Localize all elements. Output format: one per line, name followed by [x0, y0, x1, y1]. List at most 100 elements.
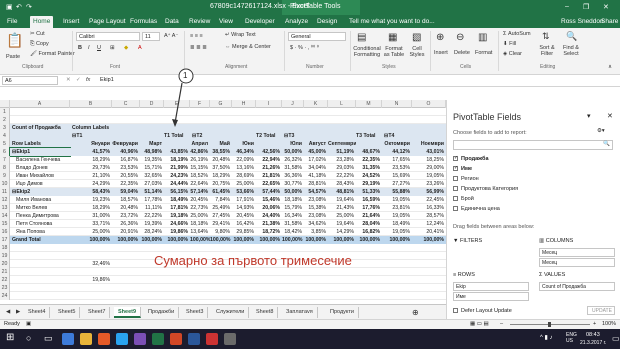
value-cell[interactable]: 44,12% [382, 148, 412, 156]
worksheet-grid[interactable]: 1 2 3 Count of Продажба Column Labels 4 … [0, 68, 446, 304]
clear-button[interactable]: ◈ Clear [503, 51, 522, 57]
quarter-total-header-t2[interactable]: T2 Total [256, 132, 282, 140]
quarter-total-cell[interactable]: 24,52% [356, 172, 382, 180]
quarter-total-cell[interactable]: 21,99% [164, 164, 190, 172]
search-icon[interactable]: ○ [26, 333, 31, 343]
language-indicator[interactable]: ENG US [566, 332, 577, 344]
redo-icon[interactable]: ↷ [26, 3, 32, 11]
merge-center-button[interactable]: ⇔ Merge & Center [225, 44, 271, 50]
delete-cells-icon[interactable]: ⊖ [456, 32, 464, 43]
quarter-total-cell[interactable]: 28,04% [356, 220, 382, 228]
tab-design[interactable]: Design [314, 16, 340, 28]
defer-layout-checkbox[interactable]: Defer Layout Update [453, 308, 512, 314]
value-cell[interactable]: 18,29% [210, 172, 232, 180]
select-all-corner[interactable] [0, 100, 10, 108]
cell[interactable]: 32,46% [70, 260, 112, 268]
tab-data[interactable]: Data [162, 16, 182, 28]
value-cell[interactable]: 50,00% [282, 188, 304, 196]
cut-button[interactable]: ✂ Cut [30, 31, 45, 37]
tab-page-layout[interactable]: Page Layout [86, 16, 129, 28]
row-number[interactable]: 16 [0, 228, 10, 236]
value-cell[interactable]: 100,00% [112, 236, 140, 244]
quarter-header-t4[interactable]: ⊟T4 [382, 132, 446, 140]
quarter-total-cell[interactable]: 20,06% [256, 204, 282, 212]
value-cell[interactable]: 54,57% [304, 188, 328, 196]
share-button[interactable]: Share [598, 16, 620, 28]
quarter-total-cell[interactable]: 29,19% [356, 180, 382, 188]
excel-icon[interactable] [152, 333, 164, 345]
value-cell[interactable]: 100,00% [190, 236, 210, 244]
font-name-select[interactable]: Calibri [76, 32, 140, 41]
month-header[interactable]: Май [210, 140, 232, 148]
value-cell[interactable]: 100,00% [382, 236, 412, 244]
format-as-table-button[interactable]: Format as Table [382, 46, 406, 58]
field-item[interactable]: Единична цена [453, 206, 500, 212]
value-cell[interactable]: 20,55% [112, 172, 140, 180]
task-view-icon[interactable]: ▭ [44, 333, 53, 344]
quarter-total-cell[interactable]: 100,00% [164, 236, 190, 244]
value-cell[interactable]: 13,16% [232, 164, 256, 172]
quarter-total-cell[interactable]: 24,66% [164, 220, 190, 228]
quarter-total-cell[interactable]: 21,64% [356, 212, 382, 220]
cell[interactable] [10, 132, 70, 140]
value-cell[interactable]: 23,81% [382, 204, 412, 212]
cell-styles-icon[interactable]: ▧ [412, 32, 421, 43]
value-cell[interactable]: 26,32% [282, 156, 304, 164]
tab-analyze[interactable]: Analyze [282, 16, 311, 28]
value-cell[interactable]: 18,42% [282, 228, 304, 236]
word-icon[interactable] [188, 333, 200, 345]
value-cell[interactable]: 26,36% [112, 220, 140, 228]
cancel-icon[interactable]: ✕ [66, 77, 71, 83]
row-number[interactable]: 12 [0, 196, 10, 204]
value-cell[interactable]: 16,87% [112, 156, 140, 164]
value-cell[interactable]: 24,29% [70, 180, 112, 188]
row-number[interactable]: 11 [0, 188, 10, 196]
value-cell[interactable]: 31,00% [70, 212, 112, 220]
value-cell[interactable]: 21,10% [70, 172, 112, 180]
value-cell[interactable]: 18,49% [382, 220, 412, 228]
value-cell[interactable]: 19,05% [382, 212, 412, 220]
tab-file[interactable]: File [4, 16, 20, 28]
value-cell[interactable]: 45,00% [304, 148, 328, 156]
row-field-item[interactable]: Ekip [453, 282, 529, 291]
tab-review[interactable]: Review [186, 16, 213, 28]
row-number[interactable]: 24 [0, 292, 10, 300]
italic-button[interactable]: I [88, 45, 90, 51]
collapse-ribbon-icon[interactable]: ∧ [608, 64, 612, 70]
skype-icon[interactable] [116, 333, 128, 345]
value-cell[interactable]: 29,00% [412, 164, 446, 172]
column-header[interactable]: B [70, 100, 112, 108]
value-cell[interactable]: 29,03% [328, 164, 356, 172]
find-select-button[interactable]: Find & Select [560, 45, 582, 57]
row-labels-header[interactable]: Row Labels [10, 140, 70, 148]
value-cell[interactable]: 31,58% [282, 220, 304, 228]
zoom-slider-thumb[interactable] [548, 322, 551, 327]
value-cell[interactable]: 19,05% [412, 172, 446, 180]
value-cell[interactable]: 20,75% [210, 180, 232, 188]
macro-record-icon[interactable]: ▣ [26, 320, 31, 329]
clock-time[interactable]: 08:43 [586, 332, 600, 338]
value-cell[interactable]: 28,81% [304, 180, 328, 188]
zoom-out-icon[interactable]: – [500, 320, 503, 329]
row-field-item[interactable]: Име [453, 292, 529, 301]
value-cell[interactable]: 19,39% [140, 220, 164, 228]
save-icon[interactable]: ▣ [6, 3, 13, 11]
value-cell[interactable]: 20,41% [412, 228, 446, 236]
value-cell[interactable]: 33,71% [70, 220, 112, 228]
quarter-total-cell[interactable]: 19,86% [164, 228, 190, 236]
cell[interactable] [256, 140, 282, 148]
value-cell[interactable]: 15,38% [304, 204, 328, 212]
value-cell[interactable]: 14,29% [328, 228, 356, 236]
quarter-total-cell[interactable]: 19,18% [164, 212, 190, 220]
align-left-icon[interactable]: ≣ ≣ ≣ [190, 45, 207, 51]
value-cell[interactable]: 20,45% [232, 212, 256, 220]
sheet-tab[interactable]: Продажби [144, 307, 180, 318]
row-number[interactable]: 2 [0, 116, 10, 124]
month-header[interactable]: Септември [328, 140, 356, 148]
font-grow-icon[interactable]: A⁺ A⁻ [164, 33, 178, 39]
value-cell[interactable]: 43,01% [412, 148, 446, 156]
value-cell[interactable]: 22,22% [140, 212, 164, 220]
value-cell[interactable]: 27,03% [140, 180, 164, 188]
paste-button[interactable]: Paste [6, 54, 20, 60]
cell[interactable] [70, 244, 112, 252]
